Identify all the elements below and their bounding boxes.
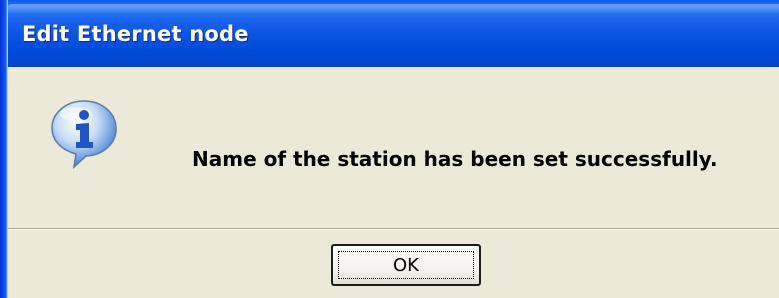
ok-button-label: OK	[393, 255, 419, 276]
window-left-border	[0, 0, 8, 298]
button-separator	[8, 228, 779, 230]
message-text: Name of the station has been set success…	[192, 147, 718, 171]
title-bar-highlight	[6, 4, 779, 14]
title-bar[interactable]: Edit Ethernet node	[0, 0, 779, 67]
message-dialog: Edit Ethernet node Name of the station h…	[0, 0, 779, 298]
ok-button[interactable]: OK	[331, 244, 481, 286]
info-icon	[51, 100, 117, 169]
dialog-title: Edit Ethernet node	[22, 22, 249, 46]
